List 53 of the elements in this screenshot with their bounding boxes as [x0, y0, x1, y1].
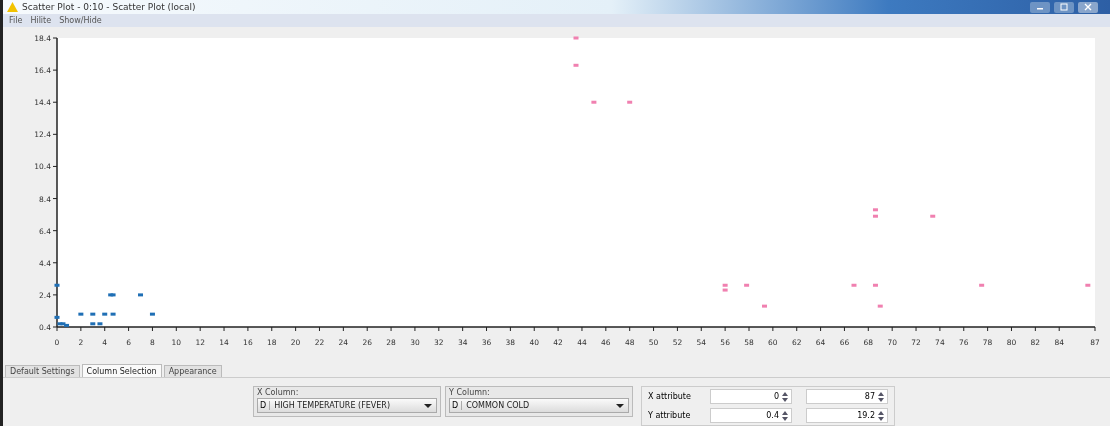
menu-item[interactable]: Hilite [30, 16, 52, 25]
data-point [149, 312, 155, 316]
close-icon [1083, 3, 1093, 11]
spinner-arrows-icon [877, 390, 885, 403]
data-point [102, 312, 108, 316]
group-label: Y Column: [449, 388, 491, 397]
data-point [872, 214, 878, 218]
data-point [110, 312, 116, 316]
menu-item[interactable]: Show/Hide [59, 16, 102, 25]
column-dropdown[interactable]: D COMMON COLD [449, 398, 629, 413]
group-label: X Column: [257, 388, 300, 397]
tab[interactable]: Column Selection [81, 364, 162, 377]
window-title: Scatter Plot - 0:10 - Scatter Plot (local) [22, 2, 196, 12]
maximize-icon [1059, 3, 1069, 11]
type-badge: D [452, 401, 463, 410]
data-point [851, 283, 857, 287]
tab[interactable]: Default Settings [5, 365, 80, 377]
data-point [1085, 283, 1091, 287]
attribute-label: Y attribute [648, 411, 692, 420]
data-point [627, 100, 633, 104]
data-point [54, 315, 60, 319]
maximize-button[interactable] [1054, 1, 1074, 13]
spinner-arrows-icon [781, 409, 789, 422]
data-point [573, 63, 579, 67]
data-point [54, 283, 60, 287]
tab[interactable]: Appearance [163, 365, 222, 377]
data-point [78, 312, 84, 316]
warning-icon [7, 2, 18, 12]
data-point [872, 208, 878, 212]
caret-icon [424, 403, 432, 408]
data-point [573, 36, 579, 40]
attribute-label: X attribute [648, 392, 692, 401]
minimize-button[interactable] [1030, 1, 1050, 13]
close-button[interactable] [1078, 1, 1098, 13]
spinner-field[interactable]: 0 [710, 389, 792, 404]
caret-icon [616, 403, 624, 408]
spinner-field[interactable]: 0.4 [710, 408, 792, 423]
menu-item[interactable]: File [9, 16, 23, 25]
data-point [90, 312, 96, 316]
column-dropdown[interactable]: D HIGH TEMPERATURE (FEVER) [257, 398, 437, 413]
data-point [979, 283, 985, 287]
type-badge: D [260, 401, 271, 410]
spinner-field[interactable]: 19.2 [806, 408, 888, 423]
data-point [744, 283, 750, 287]
data-point [138, 293, 143, 297]
spinner-arrows-icon [781, 390, 789, 403]
data-point [872, 283, 878, 287]
spinner-arrows-icon [877, 409, 885, 422]
data-point [762, 304, 767, 308]
data-point [877, 304, 883, 308]
spinner-field[interactable]: 87 [806, 389, 888, 404]
data-point [591, 100, 597, 104]
data-point [930, 214, 936, 218]
